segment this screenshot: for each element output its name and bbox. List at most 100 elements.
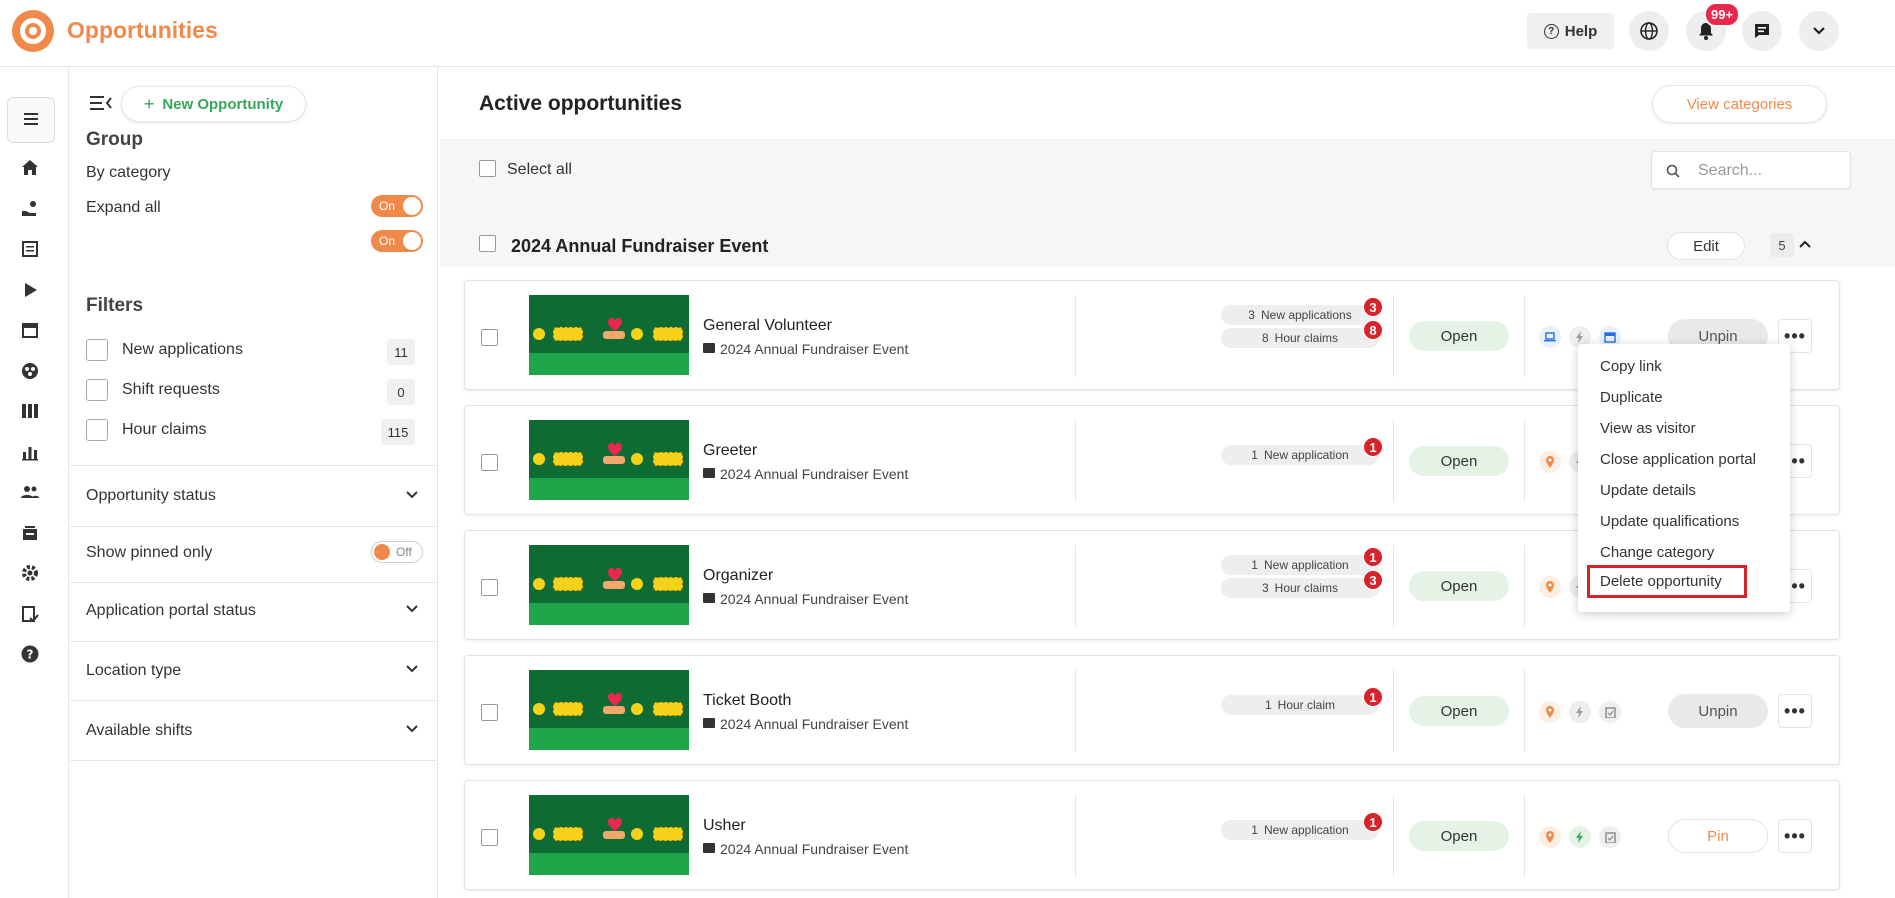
divider (1075, 295, 1076, 377)
expand-all-toggle[interactable]: On (371, 230, 423, 252)
view-categories-button[interactable]: View categories (1652, 85, 1827, 123)
divider (70, 700, 438, 701)
pill-text: Hour claims (1274, 331, 1339, 345)
search-input[interactable]: Search... (1651, 151, 1851, 189)
top-bar: Opportunities ? Help 99+ (0, 0, 1895, 67)
clipboard-check-icon (1599, 701, 1621, 723)
card-select-checkbox[interactable] (481, 829, 498, 846)
chevron-up-icon[interactable] (1799, 239, 1811, 249)
account-menu-button[interactable] (1799, 11, 1839, 51)
filter-new-applications-checkbox[interactable] (86, 339, 108, 361)
new-opportunity-button[interactable]: + New Opportunity (121, 86, 306, 122)
opportunity-category: 2024 Annual Fundraiser Event (720, 841, 909, 857)
divider (70, 465, 438, 466)
activity-pill[interactable]: 1 New application (1221, 820, 1379, 840)
group-select-checkbox[interactable] (479, 235, 496, 252)
pill-count: 1 (1264, 698, 1272, 712)
activity-pill[interactable]: 3 New applications (1221, 305, 1379, 325)
opportunity-name[interactable]: Usher (703, 817, 746, 835)
pin-button[interactable]: Pin (1668, 819, 1768, 853)
location-type-section[interactable]: Location type (86, 662, 181, 680)
menu-item-update-qualifications[interactable]: Update qualifications (1600, 513, 1739, 530)
help-button[interactable]: ? Help (1527, 13, 1614, 49)
folder-icon (703, 468, 715, 478)
opportunity-name[interactable]: General Volunteer (703, 317, 832, 335)
pill-text: Hour claims (1274, 581, 1339, 595)
menu-item-close-application-portal[interactable]: Close application portal (1600, 451, 1756, 468)
people-icon[interactable] (18, 480, 42, 504)
opportunity-category: 2024 Annual Fundraiser Event (720, 341, 909, 357)
pill-text: Hour claim (1277, 698, 1336, 712)
chevron-down-icon[interactable] (406, 663, 418, 675)
expand-all-label: Expand all (86, 199, 161, 216)
opportunity-card[interactable]: Usher 2024 Annual Fundraiser Event 1 New ap… (464, 780, 1840, 890)
filter-hour-claims-checkbox[interactable] (86, 419, 108, 441)
bolt-icon (1569, 826, 1591, 848)
collapse-sidebar-icon[interactable] (90, 94, 112, 112)
folder-icon (703, 843, 715, 853)
opportunity-card[interactable]: Ticket Booth 2024 Annual Fundraiser Event… (464, 655, 1840, 765)
opportunity-name[interactable]: Greeter (703, 442, 757, 460)
card-select-checkbox[interactable] (481, 704, 498, 721)
calendar-icon[interactable] (18, 318, 42, 342)
select-all-checkbox[interactable] (479, 160, 496, 177)
menu-item-change-category[interactable]: Change category (1600, 544, 1714, 561)
settings-gear-icon[interactable] (18, 561, 42, 585)
opportunity-status-section[interactable]: Opportunity status (86, 487, 216, 505)
card-select-checkbox[interactable] (481, 329, 498, 346)
plus-icon: + (143, 93, 155, 114)
menu-item-delete-opportunity[interactable]: Delete opportunity (1587, 565, 1747, 598)
more-options-button[interactable]: ••• (1778, 819, 1812, 853)
menu-item-update-details[interactable]: Update details (1600, 482, 1696, 499)
activity-pill[interactable]: 1 Hour claim (1221, 695, 1379, 715)
messages-button[interactable] (1742, 11, 1782, 51)
card-select-checkbox[interactable] (481, 579, 498, 596)
opportunity-name[interactable]: Ticket Booth (703, 692, 791, 710)
card-select-checkbox[interactable] (481, 454, 498, 471)
app-logo-icon[interactable] (12, 10, 54, 52)
home-icon[interactable] (18, 156, 42, 180)
play-icon[interactable] (18, 278, 42, 302)
activity-pill[interactable]: 1 New application (1221, 555, 1379, 575)
activity-pill[interactable]: 3 Hour claims (1221, 578, 1379, 598)
opportunity-thumbnail (529, 295, 689, 375)
volunteer-hand-icon[interactable] (18, 197, 42, 221)
language-button[interactable] (1629, 11, 1669, 51)
activity-pill[interactable]: 1 New application (1221, 445, 1379, 465)
application-portal-section[interactable]: Application portal status (86, 602, 256, 620)
chevron-down-icon[interactable] (406, 723, 418, 735)
menu-item-view-as-visitor[interactable]: View as visitor (1600, 420, 1696, 437)
show-pinned-toggle[interactable]: Off (371, 541, 423, 563)
menu-item-copy-link[interactable]: Copy link (1600, 358, 1662, 375)
pill-count: 1 (1251, 823, 1258, 837)
laptop-icon (1539, 326, 1561, 348)
opportunities-list-icon[interactable] (19, 108, 43, 132)
chevron-down-icon[interactable] (406, 489, 418, 501)
activity-pill[interactable]: 8 Hour claims (1221, 328, 1379, 348)
help-circle-icon[interactable]: ? (18, 642, 42, 666)
board-icon[interactable] (18, 399, 42, 423)
group-edit-button[interactable]: Edit (1667, 232, 1745, 260)
chevron-down-icon[interactable] (406, 603, 418, 615)
available-shifts-section[interactable]: Available shifts (86, 722, 192, 740)
opportunity-thumbnail (529, 420, 689, 500)
reports-icon[interactable] (18, 440, 42, 464)
schedule-icon[interactable] (18, 237, 42, 261)
more-options-button[interactable]: ••• (1778, 694, 1812, 728)
checklist-icon[interactable] (18, 602, 42, 626)
show-pinned-label: Show pinned only (86, 544, 213, 561)
opportunity-name[interactable]: Organizer (703, 567, 773, 585)
filter-shift-requests-checkbox[interactable] (86, 379, 108, 401)
opportunity-actions-menu: Copy link Duplicate View as visitor Clos… (1578, 344, 1790, 612)
location-pin-icon (1539, 451, 1561, 473)
divider (1524, 670, 1525, 752)
menu-item-duplicate[interactable]: Duplicate (1600, 389, 1663, 406)
opportunity-category: 2024 Annual Fundraiser Event (720, 466, 909, 482)
page-title: Active opportunities (479, 92, 683, 115)
search-placeholder: Search... (1698, 162, 1763, 179)
by-category-toggle[interactable]: On (371, 195, 423, 217)
groups-icon[interactable] (18, 359, 42, 383)
unpin-button[interactable]: Unpin (1668, 694, 1768, 728)
inbox-icon[interactable] (18, 521, 42, 545)
divider (1393, 670, 1394, 752)
